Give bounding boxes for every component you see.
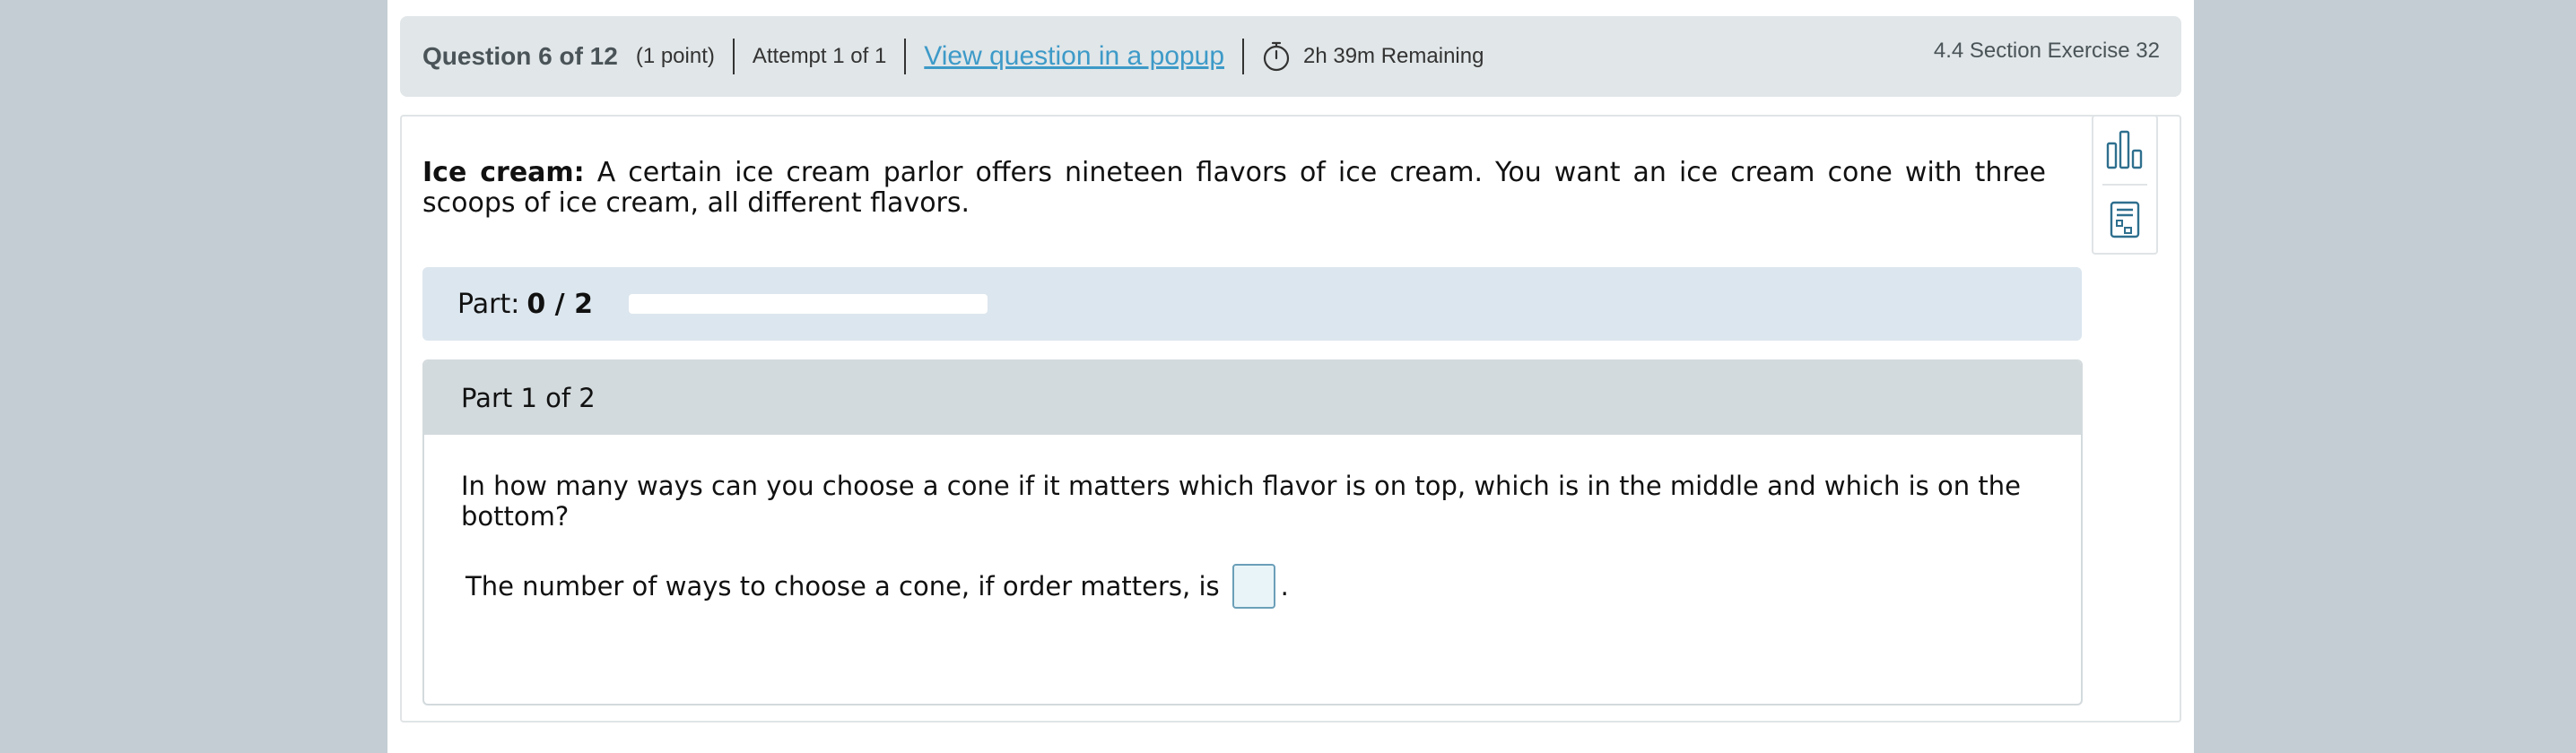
tools-divider <box>2102 184 2147 186</box>
part-label-text: Part: <box>457 288 520 320</box>
answer-suffix: . <box>1280 571 1289 602</box>
question-number: Question 6 of 12 <box>422 42 618 70</box>
bar-chart-icon <box>2105 129 2145 170</box>
problem-statement: Ice cream: A certain ice cream parlor of… <box>422 158 2046 219</box>
header-divider <box>732 39 735 74</box>
problem-text: A certain ice cream parlor offers ninete… <box>422 157 2046 219</box>
question-card: Ice cream: A certain ice cream parlor of… <box>400 115 2181 723</box>
calculator-tool-button[interactable] <box>2093 188 2156 251</box>
view-in-popup-link[interactable]: View question in a popup <box>924 41 1224 72</box>
tools-panel <box>2092 115 2158 255</box>
part-progress-bar: Part: 0 / 2 <box>422 267 2082 341</box>
section-label: 4.4 Section Exercise 32 <box>1933 39 2160 63</box>
data-tool-button[interactable] <box>2093 118 2156 181</box>
answer-prefix: The number of ways to choose a cone, if … <box>466 571 1220 602</box>
part-progress-label: Part: 0 / 2 <box>457 289 593 320</box>
part-progress-value: 0 / 2 <box>527 288 593 320</box>
calculator-icon <box>2109 200 2141 239</box>
time-remaining: 2h 39m Remaining <box>1303 44 1484 68</box>
answer-input[interactable] <box>1231 564 1275 609</box>
header-divider <box>904 39 907 74</box>
attempt-counter: Attempt 1 of 1 <box>752 44 887 68</box>
question-points: (1 point) <box>635 44 715 68</box>
stopwatch-icon <box>1262 40 1291 73</box>
assignment-page: Question 6 of 12 (1 point) Attempt 1 of … <box>387 0 2194 753</box>
header-divider <box>1242 39 1244 74</box>
header-info-row: Question 6 of 12 (1 point) Attempt 1 of … <box>422 16 1484 97</box>
part-title: Part 1 of 2 <box>424 361 2081 435</box>
part-question-text: In how many ways can you choose a cone i… <box>461 471 2021 532</box>
answer-line: The number of ways to choose a cone, if … <box>466 564 1289 609</box>
part-panel: Part 1 of 2 In how many ways can you cho… <box>422 359 2083 705</box>
progress-track <box>628 294 988 314</box>
question-header: Question 6 of 12 (1 point) Attempt 1 of … <box>400 16 2181 97</box>
problem-lead: Ice cream: <box>422 157 585 188</box>
